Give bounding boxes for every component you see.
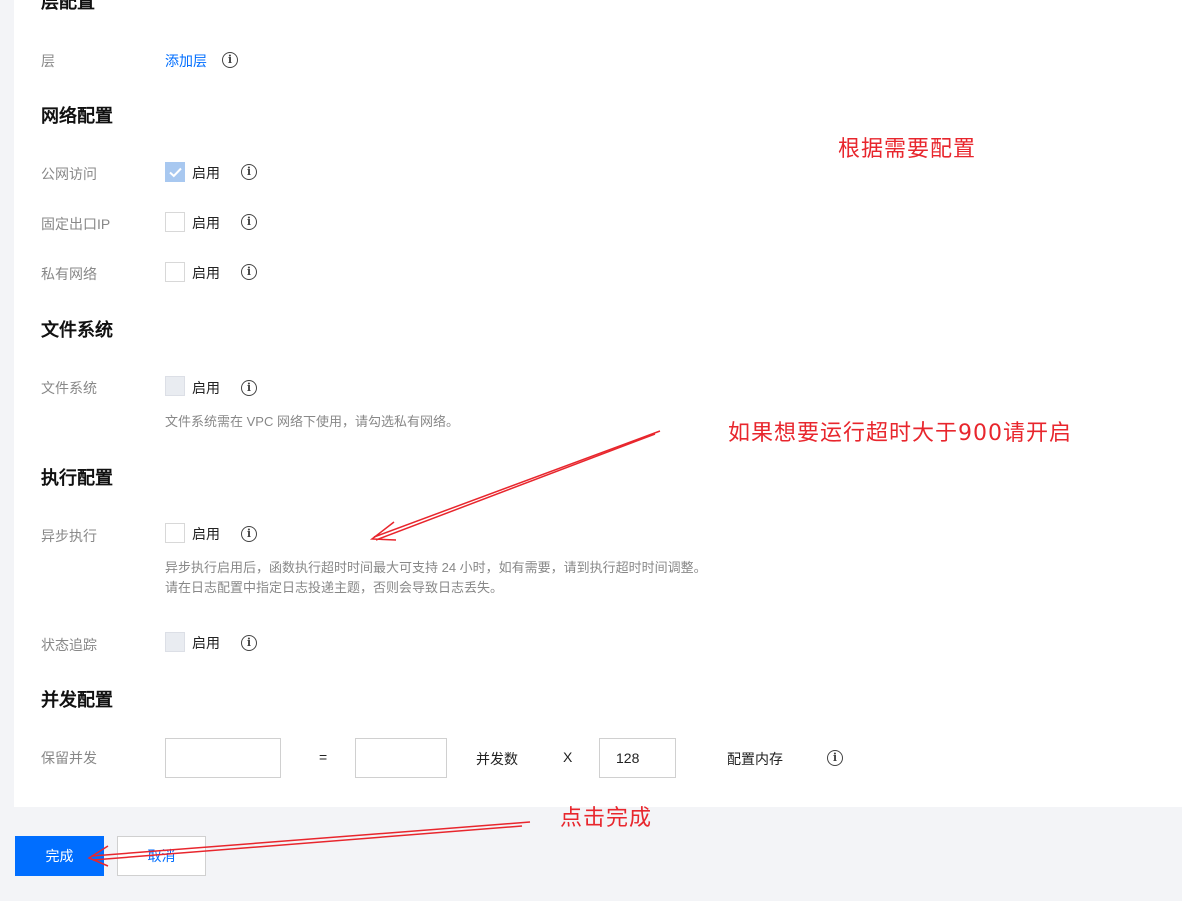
arrow-to-async-checkbox bbox=[369, 430, 661, 541]
annotation-arrows bbox=[87, 430, 661, 867]
arrow-to-done-button bbox=[87, 821, 531, 867]
